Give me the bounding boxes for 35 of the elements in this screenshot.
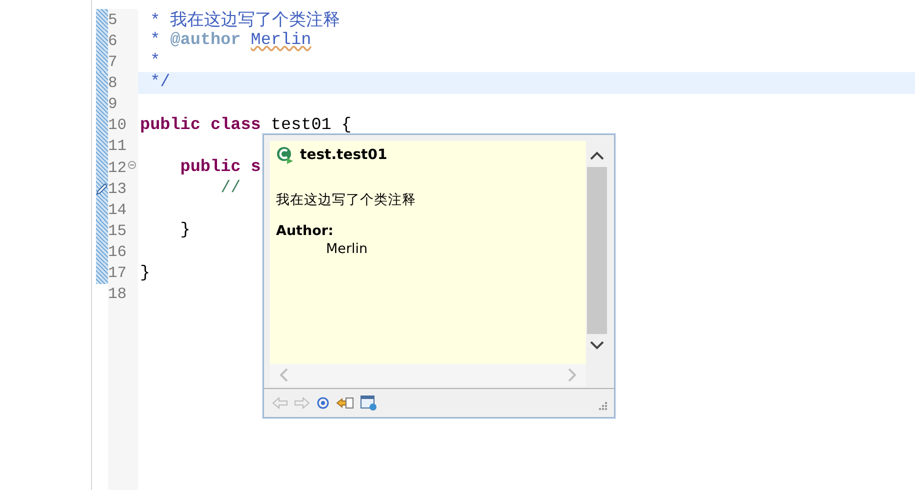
code-text: * (149, 52, 160, 72)
code-text: @author (169, 31, 242, 50)
keyword-text: public class (140, 116, 261, 135)
code-text: Merlin (250, 31, 312, 50)
collapse-icon[interactable] (128, 160, 136, 169)
class-icon (276, 146, 294, 164)
window-icon[interactable] (360, 395, 378, 411)
line-number: 15 (108, 222, 127, 240)
line-number: 16 (108, 243, 127, 262)
code-text: // (220, 179, 241, 198)
popup-title: test.test01 (300, 147, 388, 163)
resize-grip-icon[interactable] (598, 401, 608, 411)
code-text: */ (149, 73, 170, 92)
description-text: 我在这边写了个类注释 (276, 191, 417, 209)
author-name: Merlin (325, 241, 369, 257)
line-number: 9 (108, 95, 118, 114)
line-number: 10 (108, 116, 127, 134)
author-label: Author: (276, 223, 334, 239)
line-number: 8 (108, 74, 118, 92)
line-number: 17 (108, 264, 127, 282)
code-text: test01 { (270, 116, 352, 135)
line-number: 18 (108, 285, 127, 304)
keyword-text: public s (179, 158, 261, 178)
line-number: 5 (108, 10, 118, 29)
code-text: * (149, 31, 160, 50)
open-declaration-icon[interactable] (336, 396, 354, 410)
line-number: 7 (108, 52, 118, 71)
code-text: } (140, 264, 150, 283)
line-number: 13 (108, 180, 127, 198)
code-text: * 我在这边写了个类注释 (149, 10, 340, 32)
line-number: 11 (108, 137, 127, 156)
line-number: 14 (108, 200, 127, 219)
line-number: 6 (108, 32, 118, 50)
line-number: 12 (108, 158, 127, 177)
code-text: } (179, 221, 190, 240)
